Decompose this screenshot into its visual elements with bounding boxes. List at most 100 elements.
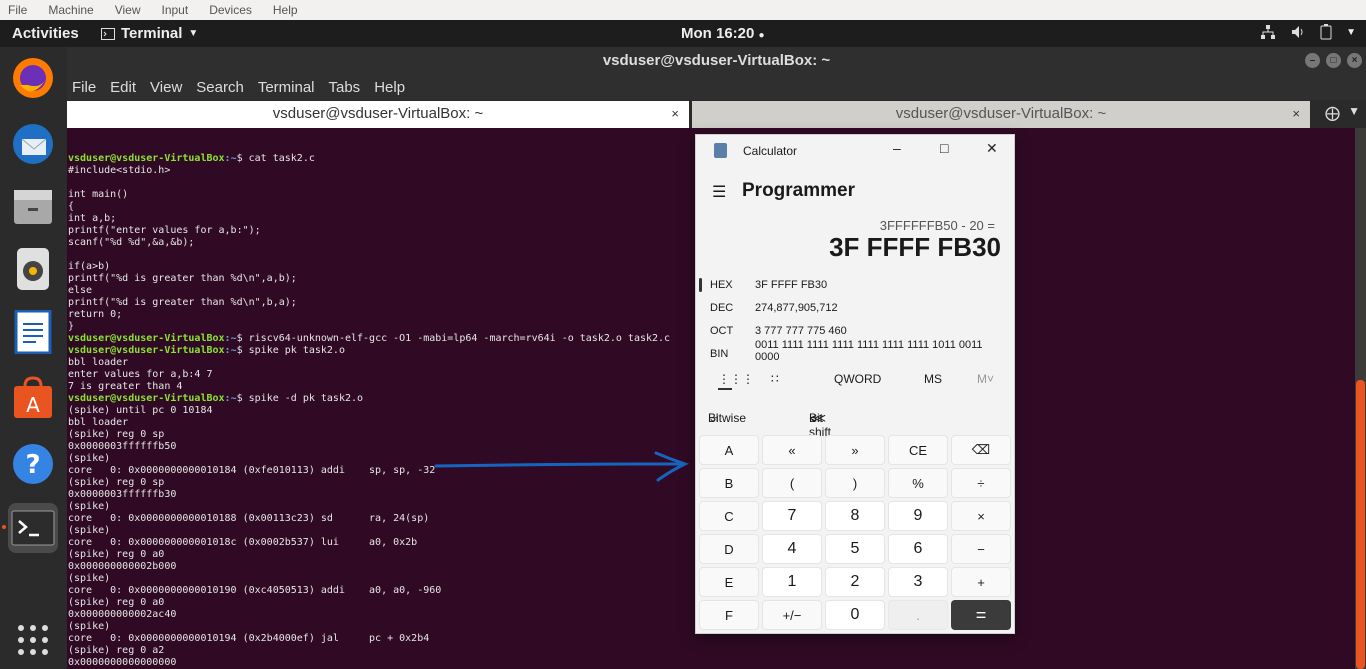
key-7-button[interactable]: 7 [762, 501, 822, 531]
key-c-button[interactable]: C [699, 501, 759, 531]
close-tab-icon[interactable]: × [1292, 101, 1300, 127]
key-b-button[interactable]: B [699, 468, 759, 498]
key-f-button[interactable]: F [699, 600, 759, 630]
memory-menu-button[interactable]: M˅ [977, 372, 994, 386]
key-1-button[interactable]: 1 [762, 567, 822, 597]
key-open-paren-button[interactable]: ( [762, 468, 822, 498]
vbox-menu-devices[interactable]: Devices [209, 3, 252, 17]
dock-firefox[interactable] [8, 53, 58, 103]
dock-software[interactable]: A [8, 373, 58, 423]
key-equals-button[interactable]: = [951, 600, 1011, 630]
key-divide-button[interactable]: ÷ [951, 468, 1011, 498]
key-plus-button[interactable]: + [951, 567, 1011, 597]
maximize-button[interactable]: □ [1326, 53, 1341, 68]
menu-tabs[interactable]: Tabs [329, 79, 361, 96]
key-clear-entry-button[interactable]: CE [888, 435, 948, 465]
dock-show-apps[interactable] [8, 615, 58, 665]
radix-value: 3F FFFF FB30 [755, 279, 828, 291]
terminal-line: core 0: 0x0000000000010188 (0x00113c23) … [68, 513, 670, 525]
terminal-line: vsduser@vsduser-VirtualBox:~$ spike -d p… [68, 393, 670, 405]
terminal-line: 7 is greater than 4 [68, 381, 670, 393]
line-text: core 0: 0x0000000000010188 (0x00113c23) … [68, 513, 430, 524]
app-menu-button[interactable]: Terminal ▼ [101, 25, 198, 42]
vbox-menu-help[interactable]: Help [273, 3, 298, 17]
key-multiply-button[interactable]: × [951, 501, 1011, 531]
calculator-window[interactable]: Calculator – □ ✕ ☰ Programmer 3FFFFFFB50… [695, 134, 1015, 634]
close-button[interactable]: × [1347, 53, 1362, 68]
key-shift-left-button[interactable]: « [762, 435, 822, 465]
terminal-scrollbar[interactable] [1355, 128, 1366, 669]
menu-view[interactable]: View [150, 79, 182, 96]
chevron-down-icon[interactable]: ▼ [1348, 104, 1360, 118]
memory-store-button[interactable]: MS [924, 372, 942, 386]
dock-help[interactable]: ? [8, 439, 58, 489]
new-tab-icon[interactable]: ⨁ [1325, 104, 1340, 122]
menu-edit[interactable]: Edit [110, 79, 136, 96]
full-keypad-icon[interactable]: ⋮⋮⋮ [718, 372, 754, 386]
terminal-tab-2[interactable]: vsduser@vsduser-VirtualBox: ~ × [692, 101, 1310, 128]
radix-hex-row[interactable]: HEX 3F FFFF FB30 [696, 276, 1014, 296]
word-size-button[interactable]: QWORD [834, 372, 881, 386]
close-tab-icon[interactable]: × [671, 101, 679, 127]
calc-close-button[interactable]: ✕ [986, 140, 998, 157]
notification-dot-icon: ● [758, 30, 765, 41]
line-text: core 0: 0x000000000001018c (0x0002b537) … [68, 537, 418, 548]
key-decimal-button[interactable]: . [888, 600, 948, 630]
menu-terminal[interactable]: Terminal [258, 79, 315, 96]
line-text [68, 177, 74, 188]
writer-icon [14, 310, 52, 354]
terminal-line: } [68, 321, 670, 333]
dock-terminal[interactable] [8, 503, 58, 553]
dock-thunderbird[interactable] [8, 119, 58, 169]
key-9-button[interactable]: 9 [888, 501, 948, 531]
key-5-button[interactable]: 5 [825, 534, 885, 564]
key-6-button[interactable]: 6 [888, 534, 948, 564]
window-controls: – □ × [1305, 53, 1362, 68]
key-percent-button[interactable]: % [888, 468, 948, 498]
mode-row: ⋮⋮⋮ ∷ QWORD MS M˅ [696, 368, 1014, 392]
key-shift-right-button[interactable]: » [825, 435, 885, 465]
terminal-line: enter values for a,b:4 7 [68, 369, 670, 381]
key-e-button[interactable]: E [699, 567, 759, 597]
dock-rhythmbox[interactable] [8, 244, 58, 294]
hamburger-menu-icon[interactable]: ☰ [712, 182, 726, 202]
scrollbar-thumb[interactable] [1356, 380, 1365, 669]
key-close-paren-button[interactable]: ) [825, 468, 885, 498]
calculator-titlebar[interactable]: Calculator – □ ✕ [696, 135, 1014, 167]
dock-files[interactable] [8, 181, 58, 231]
terminal-tab-1[interactable]: vsduser@vsduser-VirtualBox: ~ × [67, 101, 689, 128]
key-d-button[interactable]: D [699, 534, 759, 564]
terminal-line: vsduser@vsduser-VirtualBox:~$ riscv64-un… [68, 333, 670, 345]
menu-file[interactable]: File [72, 79, 96, 96]
radix-bin-value: 0011 1111 1111 1111 1111 1111 1111 1011 … [755, 339, 983, 363]
key-minus-button[interactable]: − [951, 534, 1011, 564]
active-tab-indicator [718, 388, 732, 390]
clock[interactable]: Mon 16:20 ● [681, 25, 765, 42]
menu-search[interactable]: Search [196, 79, 244, 96]
key-backspace-button[interactable]: ⌫ [951, 435, 1011, 465]
key-2-button[interactable]: 2 [825, 567, 885, 597]
dock-writer[interactable] [8, 307, 58, 357]
vbox-menu-file[interactable]: File [8, 3, 27, 17]
minimize-button[interactable]: – [1305, 53, 1320, 68]
calc-minimize-button[interactable]: – [893, 140, 901, 156]
line-text: printf("%d is greater than %d\n",a,b); [68, 273, 297, 284]
menu-help[interactable]: Help [374, 79, 405, 96]
radix-dec-row[interactable]: DEC 274,877,905,712 [696, 299, 1014, 319]
prompt-user: vsduser@vsduser-VirtualBox [68, 345, 225, 356]
vbox-menu-input[interactable]: Input [162, 3, 189, 17]
system-tray[interactable]: ▼ [1260, 24, 1356, 42]
activities-button[interactable]: Activities [12, 25, 79, 42]
line-text: (spike) reg 0 sp [68, 477, 165, 488]
calc-maximize-button[interactable]: □ [940, 140, 948, 156]
key-8-button[interactable]: 8 [825, 501, 885, 531]
bit-toggle-keypad-icon[interactable]: ∷ [771, 372, 779, 386]
key-3-button[interactable]: 3 [888, 567, 948, 597]
key-negate-button[interactable]: +/− [762, 600, 822, 630]
key-4-button[interactable]: 4 [762, 534, 822, 564]
key-a-button[interactable]: A [699, 435, 759, 465]
vbox-menu-machine[interactable]: Machine [48, 3, 93, 17]
vbox-menu-view[interactable]: View [115, 3, 141, 17]
key-0-button[interactable]: 0 [825, 600, 885, 630]
terminal-titlebar[interactable]: vsduser@vsduser-VirtualBox: ~ – □ × [67, 47, 1366, 75]
